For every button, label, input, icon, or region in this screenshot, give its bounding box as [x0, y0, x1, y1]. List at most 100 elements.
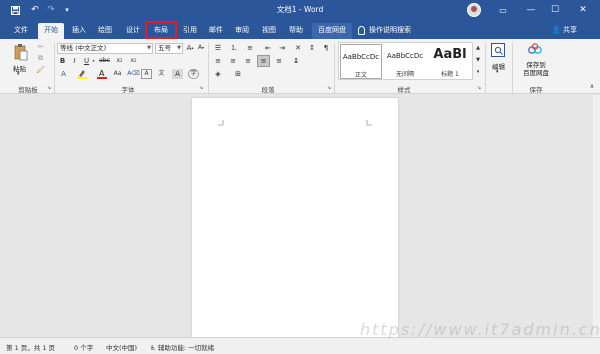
underline-dropdown-icon[interactable]: ▾: [91, 56, 96, 66]
document-page[interactable]: [192, 98, 398, 337]
paste-dropdown-icon[interactable]: ▾: [17, 71, 20, 77]
borders-icon[interactable]: ⊞: [232, 69, 244, 79]
increase-indent-icon[interactable]: ⇥: [276, 43, 288, 53]
accessibility-status[interactable]: ♿ 辅助功能: 一切就绪: [150, 342, 214, 352]
highlight-color-icon[interactable]: [76, 69, 87, 79]
enclose-characters-icon[interactable]: 字: [188, 69, 199, 79]
accessibility-icon: ♿: [150, 344, 156, 352]
style-name: 无间隔: [395, 71, 414, 78]
tab-draw[interactable]: 绘图: [92, 23, 118, 39]
status-bar: 第 1 页，共 1 页 0 个字 中文(中国) ♿ 辅助功能: 一切就绪: [0, 337, 600, 354]
distributed-icon[interactable]: ≡: [273, 56, 285, 66]
tab-home[interactable]: 开始: [38, 23, 64, 39]
styles-more-icon[interactable]: ▾: [474, 67, 482, 77]
bullets-icon[interactable]: ☰: [212, 43, 224, 53]
tab-review[interactable]: 审阅: [230, 23, 254, 39]
styles-launcher-icon[interactable]: ↘: [476, 85, 482, 91]
line-spacing-icon[interactable]: ↨: [290, 56, 302, 66]
strikethrough-icon[interactable]: abc: [99, 56, 110, 66]
restore-button[interactable]: ☐: [544, 2, 566, 18]
margin-corner-mark: [218, 120, 224, 126]
baidu-netdisk-icon[interactable]: [528, 42, 542, 56]
clipboard-launcher-icon[interactable]: ↘: [46, 85, 52, 91]
style-name: 标题 1: [441, 71, 459, 78]
editing-dropdown-icon[interactable]: ▾: [496, 69, 499, 75]
tab-file[interactable]: 文件: [8, 23, 34, 39]
grow-font-icon[interactable]: A ▴: [185, 43, 195, 53]
chevron-down-icon: ▼: [177, 45, 181, 51]
styles-scroll-down-icon[interactable]: ▼: [474, 55, 482, 65]
tab-layout[interactable]: 布局: [145, 21, 177, 39]
user-avatar[interactable]: [467, 3, 481, 17]
ribbon-display-icon[interactable]: ▭: [492, 2, 514, 18]
font-group-label: 字体: [121, 86, 135, 94]
superscript-icon[interactable]: x2: [128, 56, 139, 66]
shading-icon[interactable]: ◈: [212, 69, 224, 79]
styles-group-label: 样式: [397, 86, 411, 94]
align-right-icon[interactable]: ≡: [242, 56, 254, 66]
tab-references[interactable]: 引用: [178, 23, 202, 39]
subscript-icon[interactable]: x2: [114, 56, 125, 66]
tab-baidu-netdisk[interactable]: 百度网盘: [312, 23, 352, 39]
font-name-value: 等线 (中文正文): [60, 44, 107, 52]
tab-mailings[interactable]: 邮件: [204, 23, 228, 39]
style-heading-1[interactable]: AaBl 标题 1: [428, 44, 472, 79]
accessibility-label: 辅助功能: 一切就绪: [157, 344, 215, 352]
tab-insert[interactable]: 插入: [66, 23, 92, 39]
search-icon[interactable]: [491, 43, 505, 57]
paragraph-launcher-icon[interactable]: ↘: [326, 85, 332, 91]
bold-icon[interactable]: B: [58, 56, 67, 66]
text-effects-icon[interactable]: A: [58, 69, 69, 79]
character-shading-icon[interactable]: A: [172, 69, 183, 79]
font-launcher-icon[interactable]: ↘: [198, 85, 204, 91]
shrink-font-icon[interactable]: A ▾: [196, 43, 206, 53]
character-border-icon[interactable]: A: [141, 69, 152, 79]
chinese-layout-icon[interactable]: ✕: [292, 43, 304, 53]
page-count[interactable]: 第 1 页，共 1 页: [6, 342, 55, 352]
font-name-combo[interactable]: 等线 (中文正文) ▼: [57, 43, 153, 54]
title-bar: ↶ ↷ ▾ 文档1 - Word ▭ — ☐ ✕: [0, 0, 600, 20]
sort-icon[interactable]: ↕: [306, 43, 318, 53]
justify-icon[interactable]: ≡: [257, 55, 270, 67]
language-status[interactable]: 中文(中国): [106, 342, 137, 352]
font-size-combo[interactable]: 五号 ▼: [155, 43, 183, 54]
style-normal[interactable]: AaBbCcDc 正文: [340, 44, 382, 79]
format-painter-icon[interactable]: 🖌: [36, 66, 45, 75]
share-label: 共享: [562, 26, 577, 34]
collapse-ribbon-icon[interactable]: ∧: [588, 83, 596, 91]
underline-icon[interactable]: U: [82, 56, 91, 66]
clipboard-group-label: 剪贴板: [18, 86, 38, 94]
paste-icon[interactable]: [12, 42, 30, 62]
clear-formatting-icon[interactable]: A⌫: [127, 69, 140, 79]
show-marks-icon[interactable]: ¶: [320, 43, 332, 53]
vertical-scrollbar[interactable]: [593, 95, 600, 337]
lightbulb-icon: [358, 25, 365, 35]
align-center-icon[interactable]: ≡: [227, 56, 239, 66]
tell-me-search[interactable]: 操作说明搜索: [358, 23, 448, 39]
font-color-icon[interactable]: A: [96, 69, 107, 79]
copy-icon[interactable]: ⧉: [36, 54, 45, 63]
multilevel-list-icon[interactable]: ≡: [244, 43, 256, 53]
tab-design[interactable]: 设计: [120, 23, 146, 39]
numbering-icon[interactable]: ⒈: [228, 43, 240, 53]
style-sample: AaBbCcDc: [386, 52, 424, 60]
style-name: 正文: [354, 72, 367, 79]
tab-help[interactable]: 帮助: [284, 23, 308, 39]
align-left-icon[interactable]: ≡: [212, 56, 224, 66]
styles-scroll-up-icon[interactable]: ▲: [474, 43, 482, 53]
decrease-indent-icon[interactable]: ⇤: [262, 43, 274, 53]
highlight-swatch: [76, 77, 87, 79]
styles-gallery: AaBbCcDc 正文 AaBbCcDc 无间隔 AaBl 标题 1: [338, 42, 473, 80]
change-case-icon[interactable]: Aa: [112, 69, 123, 79]
style-no-spacing[interactable]: AaBbCcDc 无间隔: [384, 44, 426, 79]
word-count[interactable]: 0 个字: [74, 342, 93, 352]
cut-icon[interactable]: ✂: [36, 43, 45, 52]
save-to-baidu-line2[interactable]: 百度网盘: [518, 67, 554, 77]
close-button[interactable]: ✕: [572, 2, 594, 18]
phonetic-guide-icon[interactable]: 文: [156, 69, 167, 79]
tab-view[interactable]: 视图: [257, 23, 281, 39]
minimize-button[interactable]: —: [520, 2, 542, 18]
italic-icon[interactable]: I: [70, 56, 79, 66]
separator: [54, 43, 55, 93]
share-button[interactable]: 👤 共享: [552, 23, 594, 39]
